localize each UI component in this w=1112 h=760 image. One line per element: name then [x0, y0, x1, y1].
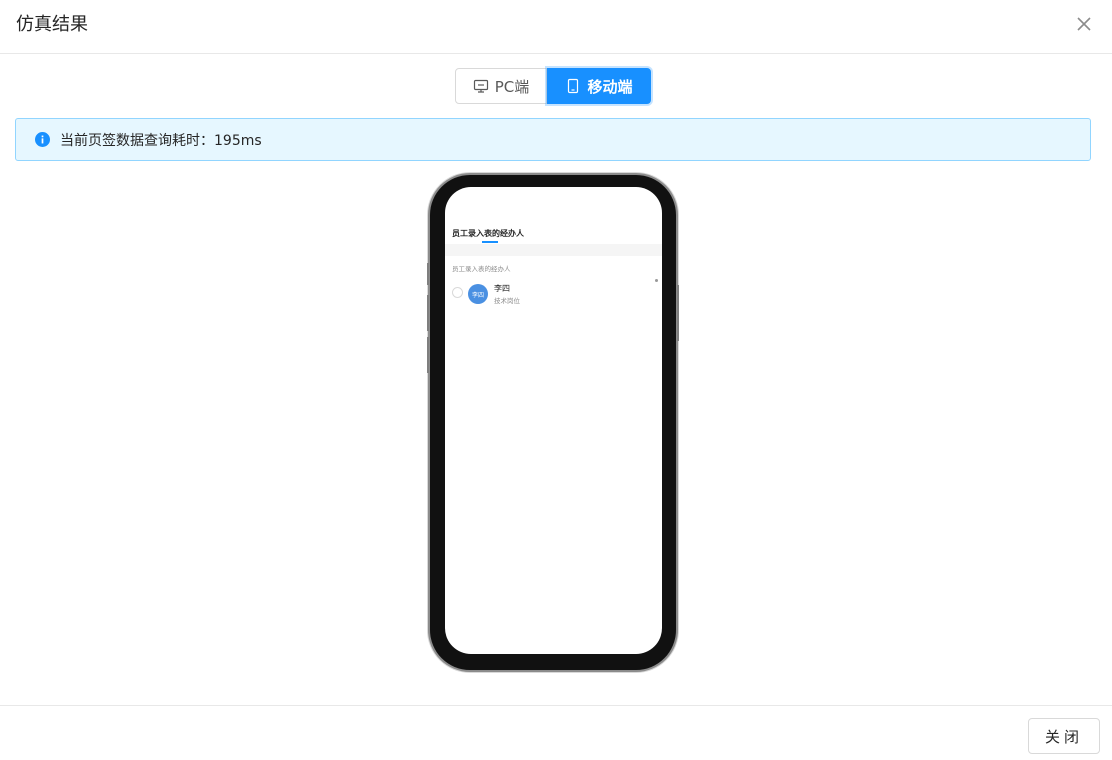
phone-side-button [427, 337, 429, 373]
device-toggle: PC端 移动端 [455, 68, 651, 104]
phone-frame: 员工录入表的经办人 员工录入表的经办人 李四 李四 技术岗位 [427, 175, 679, 670]
screen-divider-band [445, 244, 662, 256]
screen-scroll-dot [655, 279, 658, 282]
mobile-phone-icon [565, 78, 581, 94]
phone-side-button [427, 295, 429, 331]
dialog-footer: 关闭 [0, 705, 1112, 760]
screen-tab-title[interactable]: 员工录入表的经办人 [452, 228, 524, 239]
pc-tab-label: PC端 [494, 77, 530, 96]
screen-section-label: 员工录入表的经办人 [452, 265, 511, 273]
person-role: 技术岗位 [494, 297, 520, 305]
pc-tab-button[interactable]: PC端 [455, 68, 547, 104]
simulation-result-dialog: 仿真结果 PC端 移动端 当前页签数据查询耗时：195ms 员工录入表的经办人 … [0, 0, 1112, 760]
screen-tab-indicator [482, 241, 498, 243]
alert-text: 当前页签数据查询耗时：195ms [60, 132, 262, 149]
info-icon [35, 132, 50, 147]
mobile-tab-label: 移动端 [587, 77, 633, 96]
avatar: 李四 [468, 284, 488, 304]
phone-power-button [677, 285, 679, 341]
person-radio[interactable] [452, 287, 463, 298]
monitor-icon [473, 78, 489, 94]
phone-screen: 员工录入表的经办人 员工录入表的经办人 李四 李四 技术岗位 [445, 187, 662, 654]
query-time-alert: 当前页签数据查询耗时：195ms [15, 118, 1091, 161]
close-icon[interactable] [1074, 14, 1094, 34]
dialog-title: 仿真结果 [16, 14, 88, 35]
close-button[interactable]: 关闭 [1028, 718, 1100, 754]
phone-side-button [427, 263, 429, 285]
dialog-header: 仿真结果 [0, 0, 1112, 54]
mobile-tab-button[interactable]: 移动端 [547, 68, 651, 104]
person-name: 李四 [494, 284, 510, 293]
